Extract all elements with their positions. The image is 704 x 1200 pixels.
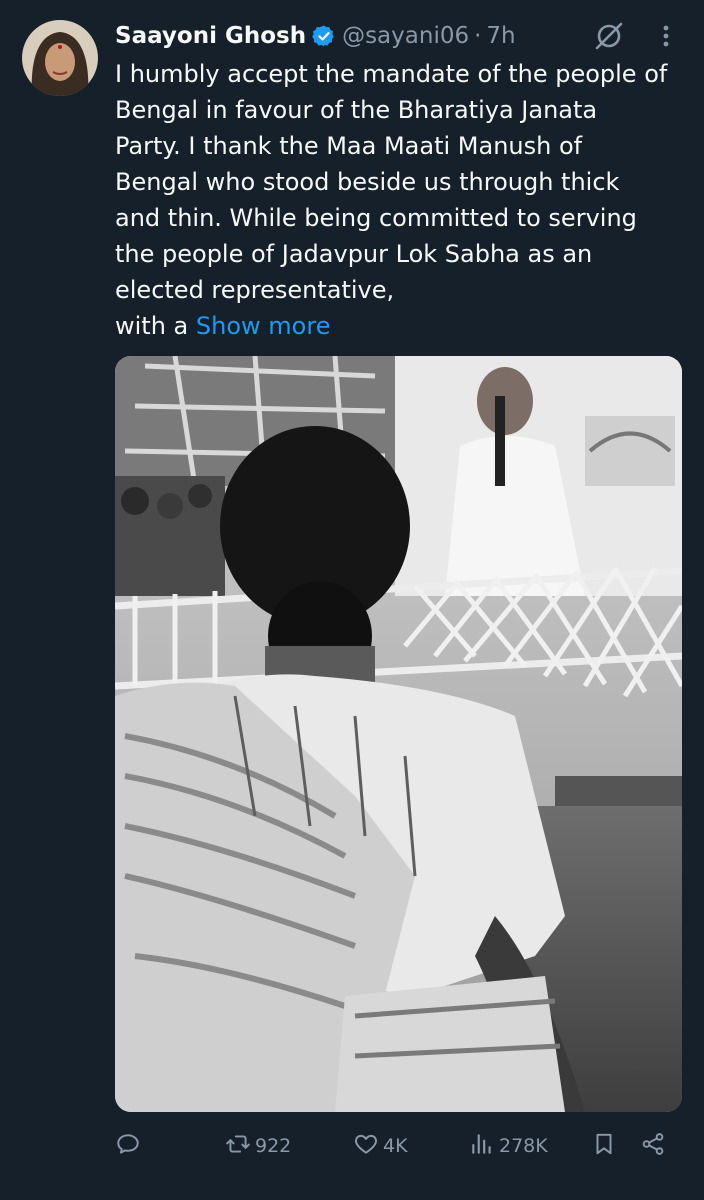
like-icon (353, 1131, 379, 1162)
tweet-text-line: and thin. While being committed to servi… (115, 204, 637, 232)
like-count: 4K (383, 1135, 408, 1157)
retweet-button[interactable]: 922 (225, 1124, 291, 1168)
bookmark-button[interactable] (591, 1124, 617, 1168)
views-button[interactable]: 278K (469, 1124, 548, 1168)
reply-button[interactable] (115, 1124, 145, 1168)
handle[interactable]: @sayani06 (342, 23, 469, 49)
show-more-link[interactable]: Show more (196, 312, 331, 340)
tweet-photo[interactable] (115, 356, 682, 1112)
views-icon (469, 1131, 495, 1162)
tweet-text-last-line: with a Show more (115, 308, 695, 344)
tweet[interactable]: Saayoni Ghosh @sayani06 · 7h I humbly ac… (0, 0, 704, 1200)
separator-dot: · (474, 23, 482, 49)
grok-icon[interactable] (593, 20, 625, 52)
tweet-text-line: the people of Jadavpur Lok Sabha as an (115, 240, 593, 268)
more-options-icon[interactable] (652, 20, 680, 52)
photo-content (115, 356, 682, 1112)
tweet-text-line: elected representative, (115, 276, 395, 304)
share-button[interactable] (640, 1124, 666, 1168)
tweet-text: I humbly accept the mandate of the peopl… (115, 56, 695, 344)
tweet-text-truncated: with a (115, 312, 189, 340)
views-count: 278K (499, 1135, 548, 1157)
verified-badge-icon (312, 24, 336, 48)
tweet-text-line: I humbly accept the mandate of the peopl… (115, 60, 668, 88)
reply-icon (115, 1131, 141, 1162)
display-name[interactable]: Saayoni Ghosh (115, 23, 306, 49)
avatar[interactable] (22, 20, 98, 96)
retweet-count: 922 (255, 1135, 292, 1157)
share-icon (640, 1131, 666, 1162)
like-button[interactable]: 4K (353, 1124, 408, 1168)
bookmark-icon (591, 1131, 617, 1162)
timestamp[interactable]: 7h (486, 23, 515, 49)
tweet-text-line: Party. I thank the Maa Maati Manush of (115, 132, 583, 160)
tweet-text-line: Bengal in favour of the Bharatiya Janata (115, 96, 598, 124)
tweet-text-line: Bengal who stood beside us through thick (115, 168, 620, 196)
action-bar: 922 4K 278K (115, 1124, 685, 1168)
retweet-icon (225, 1131, 251, 1162)
